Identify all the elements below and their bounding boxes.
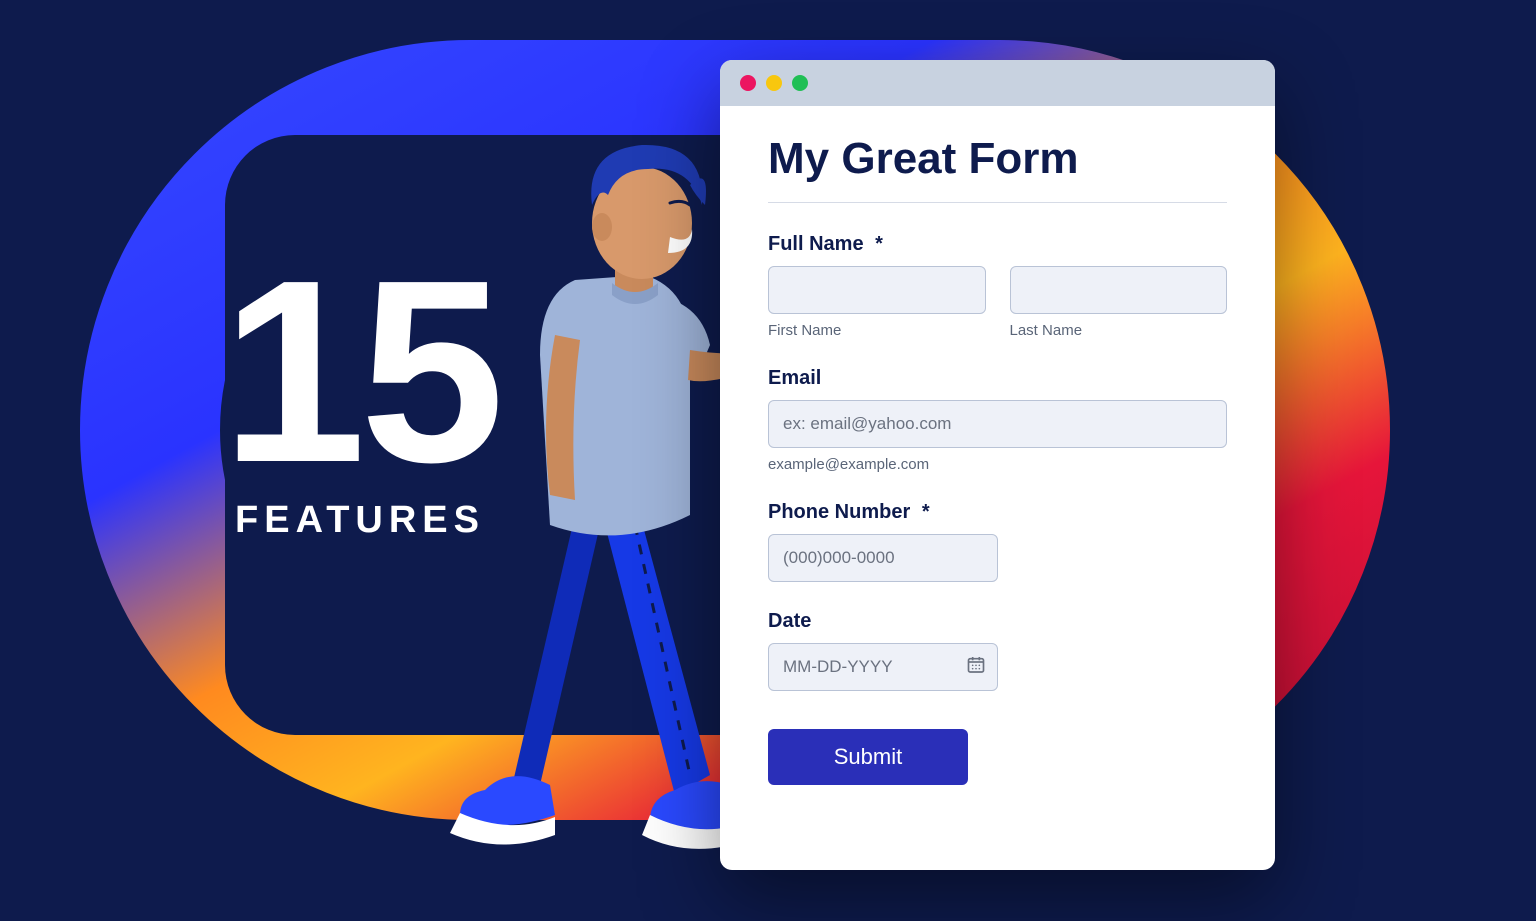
first-name-input[interactable] xyxy=(768,266,986,314)
required-marker: * xyxy=(922,501,930,523)
form-title: My Great Form xyxy=(768,134,1227,203)
form-window: My Great Form Full Name * First Name Las… xyxy=(720,60,1275,870)
window-zoom-icon[interactable] xyxy=(792,75,808,91)
field-date: Date xyxy=(768,610,1227,691)
phone-input[interactable] xyxy=(768,534,998,582)
email-input[interactable] xyxy=(768,400,1227,448)
calendar-icon[interactable] xyxy=(966,655,986,680)
field-email: Email example@example.com xyxy=(768,367,1227,473)
fullname-label: Full Name * xyxy=(768,233,1227,256)
last-name-input[interactable] xyxy=(1010,266,1228,314)
window-close-icon[interactable] xyxy=(740,75,756,91)
date-label: Date xyxy=(768,610,1227,633)
submit-button[interactable]: Submit xyxy=(768,729,968,785)
date-input[interactable] xyxy=(768,643,998,691)
last-name-sublabel: Last Name xyxy=(1010,322,1228,339)
email-label: Email xyxy=(768,367,1227,390)
window-titlebar xyxy=(720,60,1275,106)
fullname-label-text: Full Name xyxy=(768,233,864,255)
field-fullname: Full Name * First Name Last Name xyxy=(768,233,1227,339)
form-body: My Great Form Full Name * First Name Las… xyxy=(720,106,1275,825)
email-hint: example@example.com xyxy=(768,456,1227,473)
window-minimize-icon[interactable] xyxy=(766,75,782,91)
field-phone: Phone Number * xyxy=(768,501,1227,582)
first-name-sublabel: First Name xyxy=(768,322,986,339)
phone-label-text: Phone Number xyxy=(768,501,910,523)
phone-label: Phone Number * xyxy=(768,501,1227,524)
required-marker: * xyxy=(875,233,883,255)
